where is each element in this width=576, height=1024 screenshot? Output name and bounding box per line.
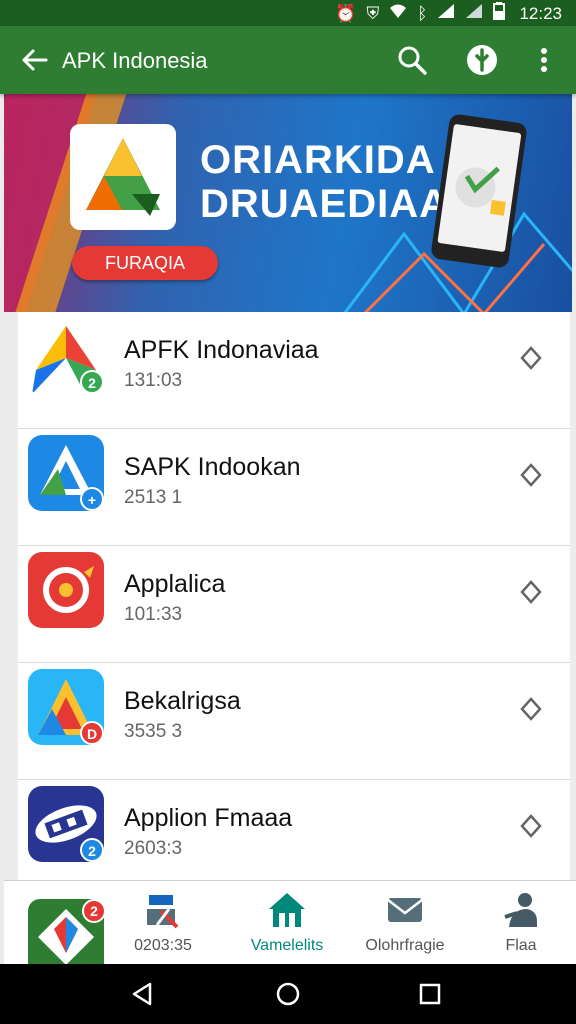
app-meta: 131:03: [124, 370, 183, 391]
app-meta: 101:33: [124, 604, 183, 625]
system-navigation-bar: [0, 964, 576, 1024]
app-list: 2 APFK Indonaviaa 131:03 + SAPK Indookan…: [18, 312, 570, 880]
list-item[interactable]: D Bekalrigsa 3535 3: [18, 663, 570, 780]
app-meta: 2513 1: [124, 487, 183, 508]
nav-messages[interactable]: Olohrfragie: [350, 889, 460, 963]
list-item[interactable]: Applalica 101:33: [18, 546, 570, 663]
diamond-chevron-icon[interactable]: [518, 813, 544, 839]
phone-screen: [437, 123, 522, 253]
banner-cta-button[interactable]: FURAQIA: [72, 246, 218, 280]
nav-label: Olohrfragie: [365, 937, 445, 954]
app-badge: +: [80, 487, 104, 511]
signal-icon: [465, 3, 483, 24]
app-bar: APK Indonesia: [0, 26, 576, 94]
home-circle-icon[interactable]: [274, 980, 302, 1008]
diamond-chevron-icon[interactable]: [518, 696, 544, 722]
search-icon[interactable]: [396, 44, 428, 76]
app-logo: [70, 124, 176, 230]
app-meta: 2603:3: [124, 838, 183, 859]
wifi-icon: [389, 3, 407, 24]
app-meta: 3535 3: [124, 721, 183, 742]
diamond-chevron-icon[interactable]: [518, 462, 544, 488]
bluetooth-icon: ᛒ: [417, 3, 428, 23]
app-badge: D: [80, 721, 104, 745]
app-name: Applalica: [124, 570, 226, 598]
status-bar: ⏰ ⛨ ᛒ 12:23: [0, 0, 576, 26]
page-title: APK Indonesia: [62, 48, 208, 73]
list-item[interactable]: 2 APFK Indonaviaa 131:03: [18, 312, 570, 429]
app-icon: [28, 552, 104, 628]
peek-badge: 2: [82, 899, 106, 923]
signal-icon: [437, 3, 455, 24]
nav-label: Flaa: [505, 937, 537, 954]
shield-status-icon: ⛨: [366, 3, 380, 23]
nav-label: Vamelelits: [250, 937, 324, 954]
app-name: Bekalrigsa: [124, 687, 241, 715]
more-vert-icon[interactable]: [530, 44, 558, 76]
banner-headline: ORIARKIDA DRUAEDIAA: [200, 138, 449, 226]
status-time: 12:23: [519, 3, 562, 23]
recents-square-icon[interactable]: [416, 980, 444, 1008]
nav-profile[interactable]: Flaa: [466, 889, 576, 963]
banner-headline-line: ORIARKIDA: [200, 138, 436, 182]
status-icons: ⏰ ⛨ ᛒ 12:23: [335, 2, 562, 25]
promo-banner[interactable]: ORIARKIDA DRUAEDIAA FURAQIA: [4, 94, 572, 312]
app-name: APFK Indonaviaa: [124, 336, 319, 364]
person-icon: [504, 893, 537, 927]
bottom-navigation: 2 0203:35 Vamelelits Olohrfragie Flaa: [4, 880, 576, 965]
tools-icon: [147, 895, 179, 929]
home-icon: [269, 893, 305, 927]
diamond-chevron-icon[interactable]: [518, 579, 544, 605]
app-badge: 2: [80, 370, 104, 394]
banner-headline-line: DRUAEDIAA: [200, 182, 449, 226]
shield-icon[interactable]: [466, 44, 498, 76]
app-name: SAPK Indookan: [124, 453, 301, 481]
diamond-chevron-icon[interactable]: [518, 345, 544, 371]
app-name: Applion Fmaaa: [124, 804, 293, 832]
battery-icon: [493, 2, 506, 25]
back-triangle-icon[interactable]: [128, 980, 156, 1008]
back-arrow-icon[interactable]: [18, 44, 50, 76]
nav-home[interactable]: Vamelelits: [232, 889, 342, 963]
nav-tools[interactable]: 0203:35: [108, 889, 218, 963]
mail-icon: [387, 898, 423, 922]
app-badge: 2: [80, 838, 104, 862]
nav-label: 0203:35: [134, 937, 192, 954]
alarm-icon: ⏰: [335, 3, 357, 23]
list-item[interactable]: + SAPK Indookan 2513 1: [18, 429, 570, 546]
